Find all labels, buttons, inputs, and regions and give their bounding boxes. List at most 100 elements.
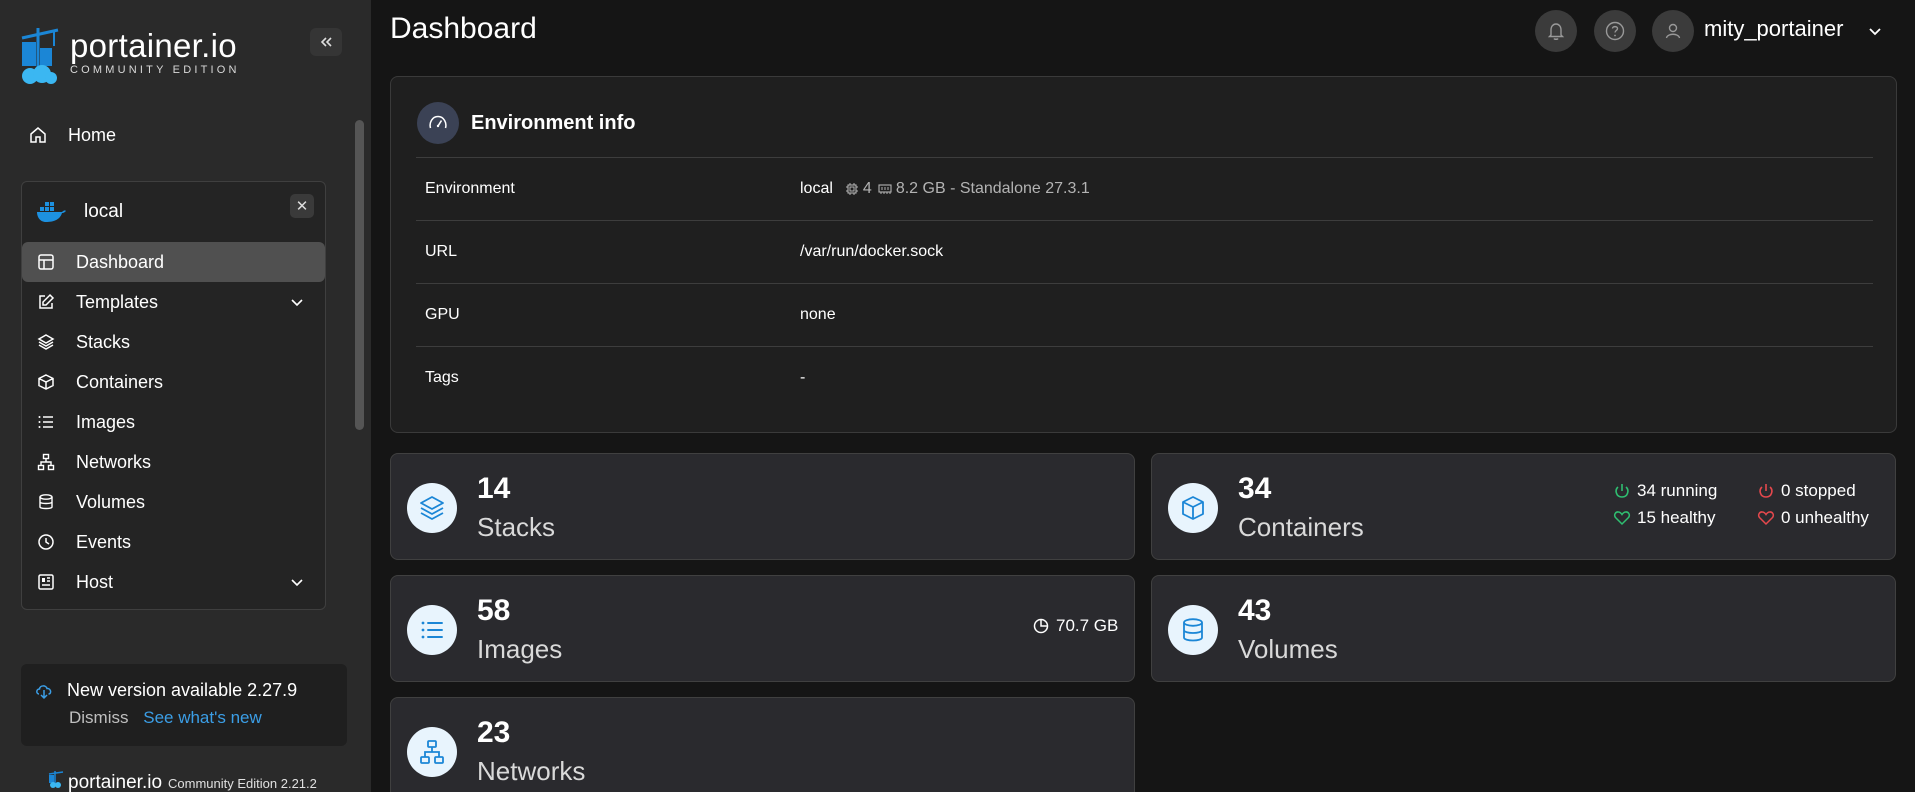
images-size: 70.7 GB <box>1032 616 1118 636</box>
unhealthy-status: 0 unhealthy <box>1757 508 1869 528</box>
table-row: Tags - <box>416 346 1873 409</box>
sidebar-item-stacks[interactable]: Stacks <box>22 322 325 362</box>
username[interactable]: mity_portainer <box>1704 16 1843 42</box>
sidebar-scrollbar[interactable] <box>355 120 364 430</box>
environment-name: local <box>84 201 124 222</box>
chevron-down-icon[interactable] <box>1866 22 1884 40</box>
clear-environment-button[interactable]: ✕ <box>290 194 314 218</box>
footer-edition: Community Edition 2.21.2 <box>168 776 317 791</box>
sidebar-item-label: Images <box>76 411 136 432</box>
network-icon <box>407 727 457 777</box>
sidebar-item-networks[interactable]: Networks <box>22 442 325 482</box>
box-icon <box>36 372 56 392</box>
sidebar: portainer.io COMMUNITY EDITION Home loca… <box>0 0 371 792</box>
volumes-card[interactable]: 43 Volumes <box>1151 575 1896 682</box>
stacks-label: Stacks <box>477 512 556 542</box>
dismiss-link[interactable]: Dismiss <box>69 708 129 727</box>
page-title: Dashboard <box>390 12 537 45</box>
update-title: New version available 2.27.9 <box>67 680 298 700</box>
host-icon <box>36 572 56 592</box>
sidebar-item-label: Templates <box>76 291 159 312</box>
help-button[interactable] <box>1594 10 1636 52</box>
stopped-count: 0 stopped <box>1781 481 1856 500</box>
box-icon <box>1168 483 1218 533</box>
database-icon <box>1168 605 1218 655</box>
tags-value: - <box>800 369 806 386</box>
memory-icon <box>878 184 892 194</box>
sidebar-item-host[interactable]: Host <box>22 562 325 602</box>
environment-info-title: Environment info <box>471 111 636 134</box>
clock-icon <box>36 532 56 552</box>
notifications-button[interactable] <box>1535 10 1577 52</box>
layers-icon <box>407 483 457 533</box>
images-size-value: 70.7 GB <box>1056 616 1119 635</box>
volumes-label: Volumes <box>1238 634 1338 664</box>
footer-name: portainer.io <box>68 772 163 792</box>
images-card[interactable]: 58 Images 70.7 GB <box>390 575 1135 682</box>
sidebar-item-label: Networks <box>76 451 152 472</box>
database-icon <box>36 492 56 512</box>
stacks-card[interactable]: 14 Stacks <box>390 453 1135 560</box>
dashboard-icon <box>36 252 56 272</box>
containers-count: 34 <box>1238 472 1272 505</box>
environment-info-table: Environment local 4 8.2 GB - Standalone … <box>416 157 1873 409</box>
see-whats-new-link[interactable]: See what's new <box>143 708 262 727</box>
gpu-label: GPU <box>425 306 460 323</box>
sidebar-item-volumes[interactable]: Volumes <box>22 482 325 522</box>
networks-count: 23 <box>477 716 511 749</box>
heart-icon <box>1757 511 1775 526</box>
user-icon <box>1665 23 1681 39</box>
images-label: Images <box>477 634 563 664</box>
containers-label: Containers <box>1238 512 1364 542</box>
power-icon <box>1759 484 1773 498</box>
sidebar-item-label: Containers <box>76 371 164 392</box>
sidebar-item-label: Events <box>76 531 132 552</box>
edit-icon <box>36 292 56 312</box>
close-icon: ✕ <box>295 198 309 215</box>
power-icon <box>1615 484 1629 498</box>
environment-label: Environment <box>425 180 515 197</box>
update-notice: New version available 2.27.9 Dismiss See… <box>21 664 347 746</box>
environment-panel: local ✕ Dashboard Templates Stacks Conta… <box>21 181 326 610</box>
tags-label: Tags <box>425 369 459 386</box>
containers-card[interactable]: 34 Containers 34 running 0 stopped 15 he… <box>1151 453 1896 560</box>
stacks-count: 14 <box>477 472 511 505</box>
networks-card[interactable]: 23 Networks <box>390 697 1135 792</box>
sidebar-item-containers[interactable]: Containers <box>22 362 325 402</box>
user-avatar[interactable] <box>1652 10 1694 52</box>
environment-value: local <box>800 180 833 197</box>
sidebar-item-label: Host <box>76 571 114 592</box>
docker-icon <box>37 202 66 222</box>
gpu-value: none <box>800 306 836 323</box>
cpu-icon <box>845 183 858 195</box>
table-row: GPU none <box>416 283 1873 346</box>
layers-icon <box>36 332 56 352</box>
stopped-status: 0 stopped <box>1757 481 1856 501</box>
sidebar-item-label: Stacks <box>76 331 131 352</box>
networks-label: Networks <box>477 756 586 786</box>
sidebar-item-home[interactable]: Home <box>28 118 328 152</box>
portainer-logo-icon <box>48 771 64 788</box>
sidebar-item-events[interactable]: Events <box>22 522 325 562</box>
collapse-sidebar-button[interactable] <box>310 28 342 56</box>
healthy-count: 15 healthy <box>1637 508 1716 527</box>
sidebar-item-images[interactable]: Images <box>22 402 325 442</box>
unhealthy-count: 0 unhealthy <box>1781 508 1869 527</box>
url-label: URL <box>425 243 458 260</box>
logo-edition: COMMUNITY EDITION <box>70 64 240 76</box>
sidebar-item-label: Volumes <box>76 491 146 512</box>
sidebar-item-templates[interactable]: Templates <box>22 282 325 322</box>
gauge-icon <box>417 102 459 144</box>
help-circle-icon <box>1605 21 1625 41</box>
healthy-status: 15 healthy <box>1613 508 1715 528</box>
sidebar-item-dashboard[interactable]: Dashboard <box>22 242 325 282</box>
list-icon <box>407 605 457 655</box>
heart-icon <box>1613 511 1631 526</box>
list-icon <box>36 412 56 432</box>
portainer-logo[interactable]: portainer.io COMMUNITY EDITION <box>18 24 240 86</box>
running-count: 34 running <box>1637 481 1718 500</box>
chevron-down-icon[interactable] <box>289 574 305 590</box>
environment-info-card: Environment info Environment local 4 8.2… <box>390 76 1897 433</box>
memory-and-version: 8.2 GB - Standalone 27.3.1 <box>895 180 1090 197</box>
chevron-down-icon[interactable] <box>289 294 305 310</box>
